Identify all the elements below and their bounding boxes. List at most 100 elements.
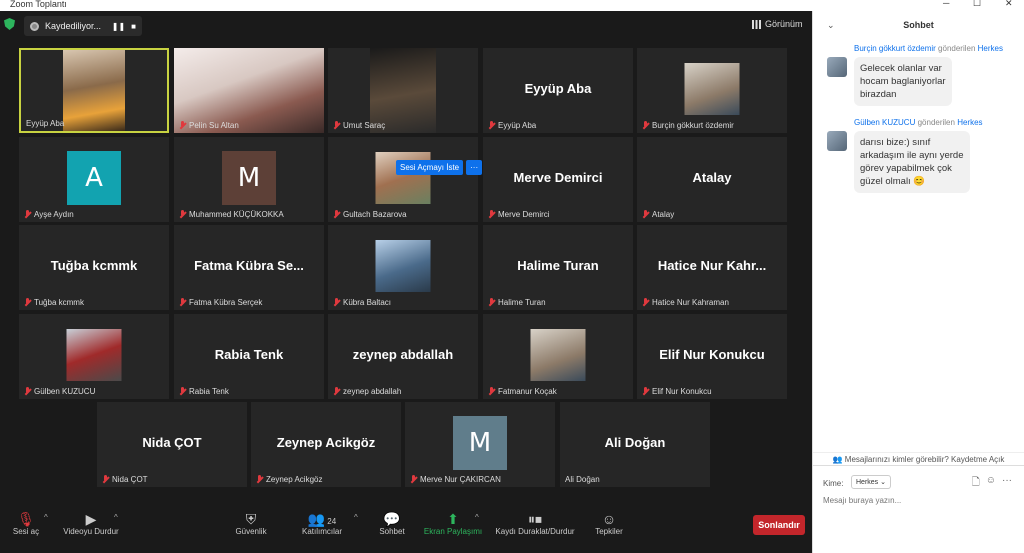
recording-label: Kaydediliyor... [45,21,102,31]
profile-photo [684,63,740,115]
maximize-button[interactable]: ☐ [973,0,981,9]
participant-name: Gülben KUZUCU [24,387,95,396]
participant-display-name: Merve Demirci [513,170,603,185]
share-screen-icon: ⬆ [447,511,459,527]
chat-privacy-notice[interactable]: 👥 Mesajlarınızı kimler görebilir? Kaydet… [813,452,1024,464]
participant-name-label: Elif Nur Konukcu [652,387,712,396]
muted-mic-icon [333,210,340,219]
smiley-icon: ☺ [601,511,617,527]
recipient-select[interactable]: Herkes ⌄ [851,475,891,489]
security-button[interactable]: ⛨ Güvenlik [211,511,291,536]
participant-name-label: Tuğba kcmmk [34,298,84,307]
sent-label: gönderilen [938,44,976,53]
participant-tile[interactable]: zeynep abdallah zeynep abdallah [328,314,478,399]
participant-tile[interactable]: Burçin gökkurt özdemir [637,48,787,133]
participants-icon: 👥 24 [307,511,337,527]
message-line: arkadaşım ile aynı yerde [860,150,964,161]
emoji-icon[interactable]: ☺ [986,475,996,492]
end-meeting-button[interactable]: Sonlandır [753,515,805,535]
view-button[interactable]: Görünüm [752,16,803,32]
participant-tile[interactable]: Nida ÇOT Nida ÇOT [97,402,247,487]
muted-mic-icon [488,210,495,219]
participant-tile[interactable]: Ali Doğan Ali Doğan [560,402,710,487]
stop-video-button[interactable]: ▶ Videoyu Durdur [51,511,131,536]
more-options-button[interactable]: ··· [466,160,483,175]
recording-indicator: Kaydediliyor... ❚❚ ■ [24,16,142,36]
stop-recording-button[interactable]: ■ [131,22,136,31]
participant-tile[interactable]: Tuğba kcmmk Tuğba kcmmk [19,225,169,310]
participant-tile[interactable]: Gultach Bazarova [328,137,478,222]
participant-tile[interactable]: Eyyüp Aba Eyyüp Aba [483,48,633,133]
participant-tile[interactable]: Atalay Atalay [637,137,787,222]
sender-name[interactable]: Gülben KUZUCU [854,118,915,127]
participants-button[interactable]: 👥 24 Katılımcılar [282,511,362,536]
recording-controls-button[interactable]: ⏸⏹ Kaydı Duraklat/Durdur [495,511,575,536]
muted-mic-icon [333,298,340,307]
muted-mic-icon [24,387,31,396]
profile-photo [530,329,586,381]
participant-name-label: Eyyüp Aba [26,119,65,128]
security-shield-icon[interactable] [4,18,15,30]
participant-display-name: Rabia Tenk [214,347,284,362]
participant-name: Fatmanur Koçak [488,387,557,396]
pause-stop-icon: ⏸⏹ [528,511,542,527]
participant-tile[interactable]: M Merve Nur ÇAKIRCAN [405,402,555,487]
participant-tile[interactable]: Elif Nur Konukcu Elif Nur Konukcu [637,314,787,399]
participant-tile[interactable]: Halime Turan Halime Turan [483,225,633,310]
participant-name: Ali Doğan [565,475,600,484]
file-icon[interactable]: 🗋 [972,475,980,492]
share-screen-button[interactable]: ⬆ Ekran Paylaşımı [413,511,493,536]
participant-tile[interactable]: Zeynep Acikgöz Zeynep Acikgöz [251,402,401,487]
window-title: Zoom Toplantı [10,0,67,9]
sender-name[interactable]: Burçin gökkurt özdemir [854,44,936,53]
minimize-button[interactable]: ─ [943,0,949,8]
participant-tile[interactable]: Rabia Tenk Rabia Tenk [174,314,324,399]
participant-tile[interactable]: Merve Demirci Merve Demirci [483,137,633,222]
participant-name: Ayşe Aydın [24,210,74,219]
participant-tile[interactable]: M Muhammed KÜÇÜKOKKA [174,137,324,222]
participant-name-label: Zeynep Acikgöz [266,475,323,484]
muted-mic-icon [179,298,186,307]
muted-mic-icon [179,210,186,219]
message-line: güzel olmalı 😊 [860,176,926,187]
sent-label: gönderilen [917,118,955,127]
reactions-button[interactable]: ☺ Tepkiler [569,511,649,536]
participant-display-name: zeynep abdallah [352,347,454,362]
muted-mic-icon [256,475,263,484]
chat-message-input[interactable] [823,496,1013,505]
participant-tile[interactable]: Fatmanur Koçak [483,314,633,399]
chat-message: Gülben KUZUCU gönderilen Herkes darısı b… [827,118,1017,193]
chat-message: Burçin gökkurt özdemir gönderilen Herkes… [827,44,1017,106]
title-bar: Zoom Toplantı ─ ☐ ✕ [0,0,1024,11]
participant-tile[interactable]: Hatice Nur Kahr... Hatice Nur Kahraman [637,225,787,310]
ask-unmute-button[interactable]: Sesi Açmayı İste [396,160,464,175]
share-options-caret[interactable]: ^ [475,513,479,522]
participant-tile[interactable]: Fatma Kübra Se... Fatma Kübra Serçek [174,225,324,310]
participant-name: Gultach Bazarova [333,210,407,219]
close-button[interactable]: ✕ [1005,0,1013,9]
participant-tile[interactable]: Kübra Baltacı [328,225,478,310]
participant-tile[interactable]: Eyyüp Aba [19,48,169,133]
security-label: Güvenlik [235,527,267,536]
video-options-caret[interactable]: ^ [114,513,118,522]
profile-photo [66,329,122,381]
audio-options-caret[interactable]: ^ [44,513,48,522]
participant-name-label: Hatice Nur Kahraman [652,298,729,307]
participant-name-label: Nida ÇOT [112,475,148,484]
participant-tile[interactable]: A Ayşe Aydın [19,137,169,222]
meeting-stage: Kaydediliyor... ❚❚ ■ Görünüm Eyyüp Aba Pe… [0,11,812,553]
unmute-label: Sesi aç [12,527,40,536]
participant-name: Rabia Tenk [179,387,229,396]
video-feed [63,50,125,131]
participant-tile[interactable]: Pelin Su Altan [174,48,324,133]
participant-display-name: Fatma Kübra Se... [194,258,304,273]
muted-mic-icon [488,121,495,130]
pause-recording-button[interactable]: ❚❚ [112,22,125,31]
reactions-label: Tepkiler [595,527,623,536]
more-icon[interactable]: ··· [1002,475,1012,492]
participant-display-name: Halime Turan [517,258,599,273]
participant-tile[interactable]: Gülben KUZUCU [19,314,169,399]
participant-display-name: Tuğba kcmmk [50,258,138,273]
muted-mic-icon [642,298,649,307]
participant-tile[interactable]: Umut Saraç [328,48,478,133]
